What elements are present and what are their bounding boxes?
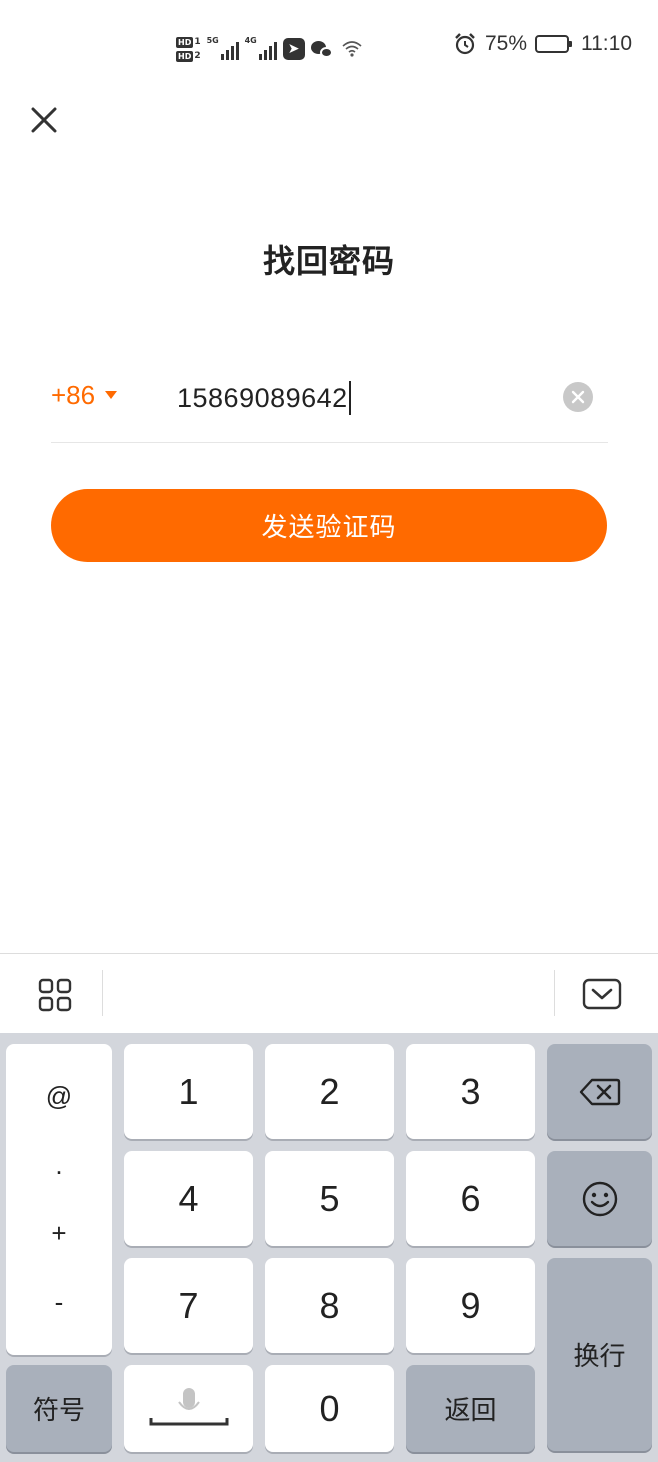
hd1-num: 1 [194,36,201,47]
apps-grid-icon[interactable] [38,978,72,1012]
phone-field-row: +86 15869089642 [51,368,608,443]
symbol-plus[interactable]: + [51,1218,66,1249]
status-left: HD 1 HD 2 5G 4G ➤ [176,30,363,68]
key-5[interactable]: 5 [265,1151,394,1246]
enter-key[interactable]: 换行 [547,1258,652,1451]
symbol-dot[interactable]: . [55,1150,62,1181]
clear-input-button[interactable] [563,382,593,412]
space-key[interactable] [124,1365,253,1452]
key-0[interactable]: 0 [265,1365,394,1452]
symbol-minus[interactable]: - [55,1287,64,1318]
emoji-icon [582,1181,617,1216]
country-code-selector[interactable]: +86 [51,380,118,411]
key-2[interactable]: 2 [265,1044,394,1139]
hd2-label: HD [176,50,194,62]
close-icon [31,107,57,133]
toolbar-divider [102,970,103,1016]
page-title: 找回密码 [262,242,395,280]
phone-input[interactable]: 15869089642 [177,378,537,418]
key-7[interactable]: 7 [124,1258,253,1353]
app-icon: ➤ [282,38,305,60]
screen: HD 1 HD 2 5G 4G ➤ 75% 11:10 找回密码 +86 158… [0,0,658,1462]
symbol-column-key[interactable]: @ . + - [6,1044,112,1355]
clear-icon [571,390,585,404]
key-3[interactable]: 3 [406,1044,535,1139]
keyboard-toolbar [0,953,658,1033]
hd1-indicator: HD 1 [176,36,201,48]
status-bar: HD 1 HD 2 5G 4G ➤ 75% 11:10 [0,0,658,98]
key-8[interactable]: 8 [265,1258,394,1353]
battery-icon [535,35,572,53]
backspace-icon [579,1078,620,1105]
key-1[interactable]: 1 [124,1044,253,1139]
back-key[interactable]: 返回 [406,1365,535,1452]
alarm-icon [455,33,475,55]
dropdown-triangle-icon [105,390,118,399]
signal-4g-label: 4G [244,36,257,45]
status-right: 75% 11:10 [453,32,632,56]
wifi-icon [342,41,362,57]
wechat-icon [310,38,335,60]
key-9[interactable]: 9 [406,1258,535,1353]
symbols-key[interactable]: 符号 [6,1365,112,1452]
send-code-button[interactable]: 发送验证码 [51,489,607,562]
text-caret [348,381,351,415]
key-4[interactable]: 4 [124,1151,253,1246]
hd2-indicator: HD 2 [176,50,201,62]
signal-5g-label: 5G [206,36,219,45]
toolbar-divider [554,970,555,1016]
hd-indicators: HD 1 HD 2 [176,36,201,62]
hide-keyboard-icon[interactable] [582,978,622,1010]
close-button[interactable] [26,102,62,138]
phone-input-value: 15869089642 [177,382,348,413]
key-6[interactable]: 6 [406,1151,535,1246]
signal-5g-icon: 5G [206,36,239,60]
signal-4g-icon: 4G [244,36,277,60]
country-code-label: +86 [51,380,96,410]
hd1-label: HD [176,36,194,48]
hd2-num: 2 [194,50,201,61]
battery-percent: 75% [484,32,527,55]
numeric-keyboard: @ . + - 1 2 3 4 5 6 7 8 9 换行 符号 0 返回 [0,1033,658,1462]
clock: 11:10 [581,32,632,55]
symbol-at[interactable]: @ [46,1081,72,1112]
emoji-key[interactable] [547,1151,652,1246]
microphone-icon [149,1387,228,1425]
backspace-key[interactable] [547,1044,652,1139]
